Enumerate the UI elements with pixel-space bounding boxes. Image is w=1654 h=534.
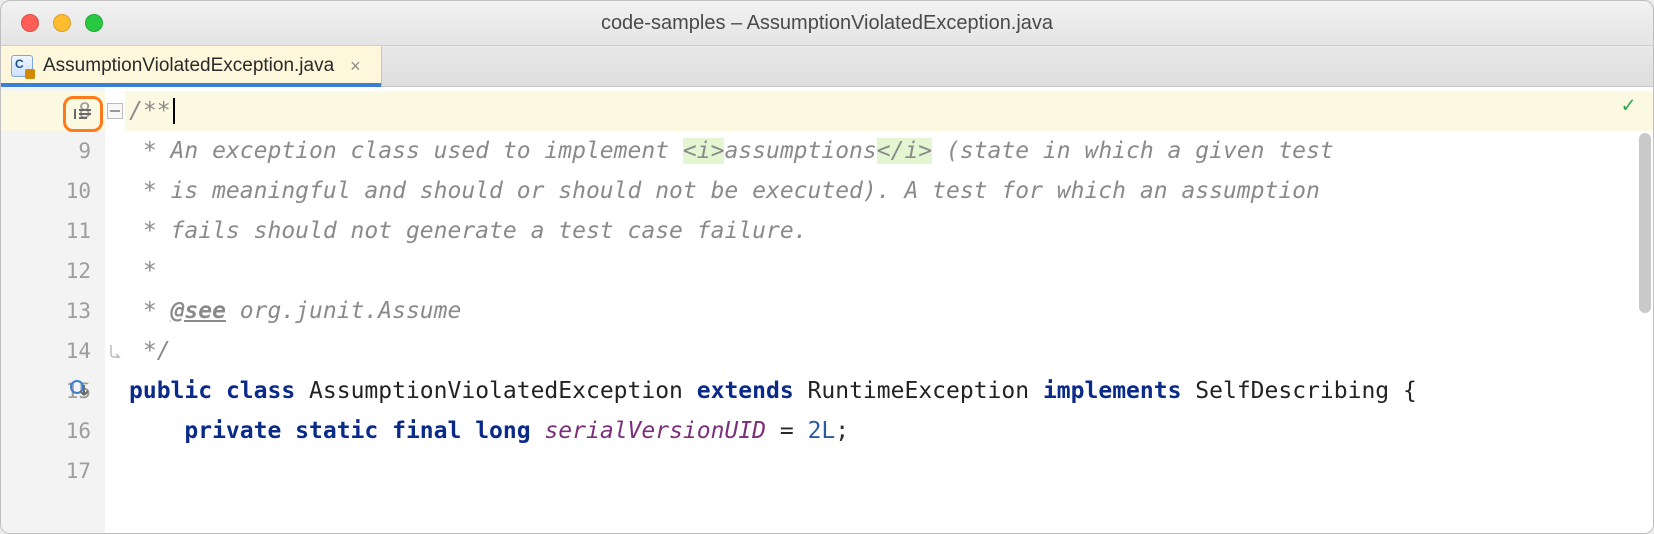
- line-number[interactable]: 11: [1, 211, 105, 251]
- fold-end-icon[interactable]: [108, 344, 122, 358]
- fold-gutter: [105, 87, 125, 533]
- minimize-window-button[interactable]: [53, 14, 71, 32]
- vertical-scrollbar[interactable]: [1639, 133, 1651, 313]
- java-class-file-icon: C: [11, 55, 33, 77]
- line-number[interactable]: 17: [1, 451, 105, 491]
- code-line[interactable]: [125, 451, 1653, 491]
- editor-tabbar: C AssumptionViolatedException.java ×: [1, 46, 1653, 87]
- close-window-button[interactable]: [21, 14, 39, 32]
- code-line[interactable]: * @see org.junit.Assume: [125, 291, 1653, 331]
- maximize-window-button[interactable]: [85, 14, 103, 32]
- code-content[interactable]: ✓ /** * An exception class used to imple…: [125, 87, 1653, 533]
- line-number[interactable]: 13: [1, 291, 105, 331]
- fold-toggle-icon[interactable]: [107, 103, 123, 119]
- inspection-ok-icon[interactable]: ✓: [1622, 93, 1635, 118]
- editor-area: 8 9 10 11 12 13 14 15 16 17: [1, 87, 1653, 533]
- code-line[interactable]: * An exception class used to implement <…: [125, 131, 1653, 171]
- code-line[interactable]: /**: [125, 91, 1653, 131]
- code-line[interactable]: private static final long serialVersionU…: [125, 411, 1653, 451]
- line-number[interactable]: 12: [1, 251, 105, 291]
- toggle-rendered-view-icon[interactable]: [63, 96, 103, 132]
- line-number[interactable]: 10: [1, 171, 105, 211]
- titlebar: code-samples – AssumptionViolatedExcepti…: [1, 1, 1653, 46]
- text-caret: [173, 98, 175, 124]
- code-line[interactable]: public class AssumptionViolatedException…: [125, 371, 1653, 411]
- window-title: code-samples – AssumptionViolatedExcepti…: [1, 12, 1653, 35]
- line-number[interactable]: 8: [1, 91, 105, 131]
- code-line[interactable]: *: [125, 251, 1653, 291]
- line-number[interactable]: 15: [1, 371, 105, 411]
- window-controls: [21, 14, 103, 32]
- code-line[interactable]: * fails should not generate a test case …: [125, 211, 1653, 251]
- override-marker-icon[interactable]: [69, 379, 89, 404]
- editor-tab-active[interactable]: C AssumptionViolatedException.java ×: [1, 46, 382, 86]
- window: code-samples – AssumptionViolatedExcepti…: [0, 0, 1654, 534]
- line-number[interactable]: 9: [1, 131, 105, 171]
- close-tab-button[interactable]: ×: [344, 56, 367, 77]
- line-number[interactable]: 14: [1, 331, 105, 371]
- code-line[interactable]: * is meaningful and should or should not…: [125, 171, 1653, 211]
- code-line[interactable]: */: [125, 331, 1653, 371]
- tab-label: AssumptionViolatedException.java: [43, 55, 334, 77]
- line-number-gutter[interactable]: 8 9 10 11 12 13 14 15 16 17: [1, 87, 105, 533]
- line-number[interactable]: 16: [1, 411, 105, 451]
